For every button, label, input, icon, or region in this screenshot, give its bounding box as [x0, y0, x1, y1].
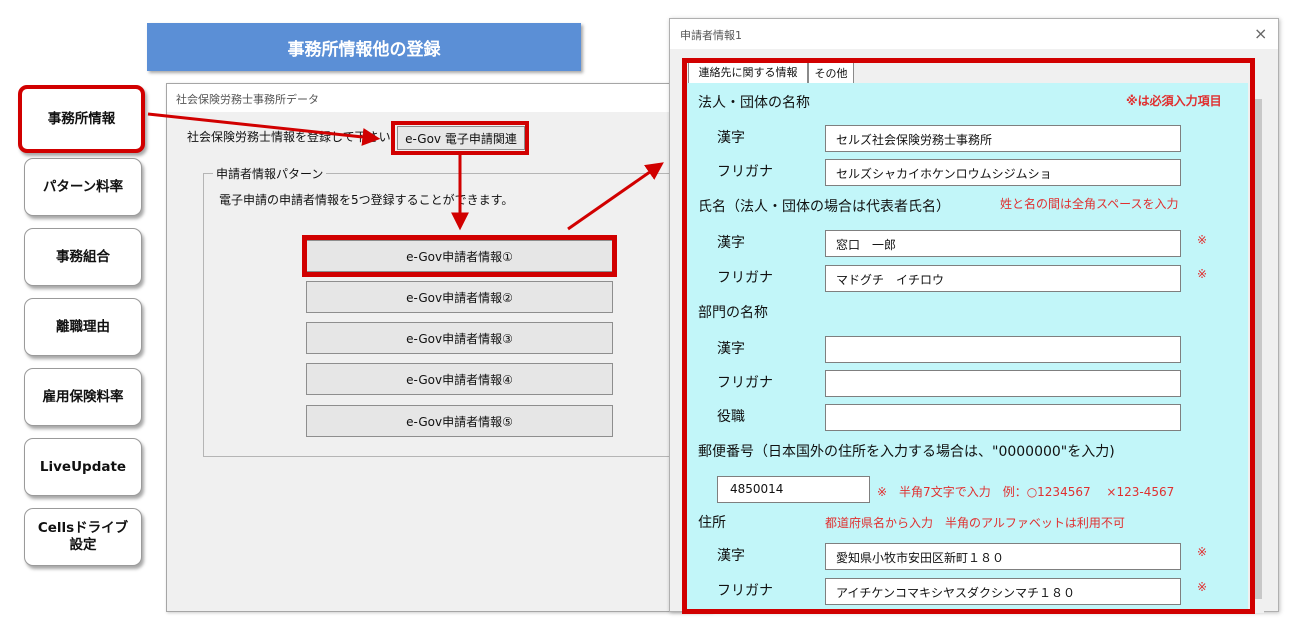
annotation-arrows [147, 112, 664, 231]
arrow-nav-to-egov-related [147, 112, 381, 146]
arrow-applicant1-to-dialog [567, 162, 664, 231]
